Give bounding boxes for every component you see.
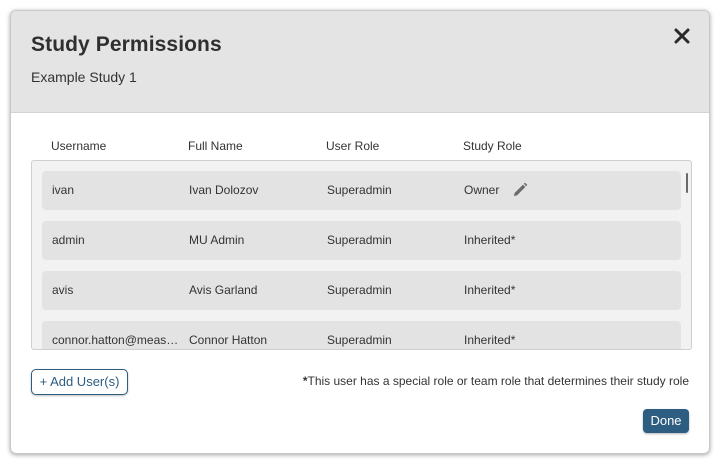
table-row: connor.hatton@meas… Connor Hatton Supera…: [42, 321, 681, 349]
full-name-cell: Ivan Dolozov: [189, 183, 259, 197]
study-permissions-dialog: Study Permissions Example Study 1 Userna…: [10, 10, 710, 454]
username-cell: admin: [52, 233, 85, 247]
permissions-table[interactable]: ivan Ivan Dolozov Superadmin Owner admin…: [31, 160, 692, 350]
study-role-cell: Inherited*: [464, 283, 516, 297]
scrollbar-thumb[interactable]: [686, 173, 688, 193]
study-role-cell: Inherited*: [464, 333, 516, 347]
footnote-text: This user has a special role or team rol…: [307, 374, 689, 388]
study-role-cell: Inherited*: [464, 233, 516, 247]
dialog-title: Study Permissions: [31, 33, 222, 56]
username-cell: avis: [52, 283, 74, 297]
user-role-cell: Superadmin: [327, 283, 392, 297]
full-name-cell: Connor Hatton: [189, 333, 268, 347]
full-name-cell: MU Admin: [189, 233, 245, 247]
dialog-subtitle: Example Study 1: [31, 69, 137, 85]
user-role-cell: Superadmin: [327, 183, 392, 197]
close-icon[interactable]: [673, 27, 691, 45]
full-name-cell: Avis Garland: [189, 283, 258, 297]
column-header-study-role: Study Role: [463, 139, 522, 153]
column-header-username: Username: [51, 139, 107, 153]
table-header: Username Full Name User Role Study Role: [51, 139, 691, 155]
table-row: avis Avis Garland Superadmin Inherited*: [42, 271, 681, 310]
user-role-cell: Superadmin: [327, 333, 392, 347]
table-row: ivan Ivan Dolozov Superadmin Owner: [42, 171, 681, 210]
study-role-footnote: *This user has a special role or team ro…: [303, 374, 689, 388]
column-header-user-role: User Role: [326, 139, 380, 153]
study-role-cell: Owner: [464, 183, 500, 197]
user-role-cell: Superadmin: [327, 233, 392, 247]
add-users-button[interactable]: + Add User(s): [31, 369, 128, 395]
pencil-icon[interactable]: [512, 182, 528, 198]
done-button[interactable]: Done: [643, 409, 689, 433]
column-header-full-name: Full Name: [188, 139, 243, 153]
dialog-header: Study Permissions Example Study 1: [11, 11, 709, 113]
username-cell: connor.hatton@meas…: [52, 333, 179, 347]
username-cell: ivan: [52, 183, 75, 197]
table-row: admin MU Admin Superadmin Inherited*: [42, 221, 681, 260]
